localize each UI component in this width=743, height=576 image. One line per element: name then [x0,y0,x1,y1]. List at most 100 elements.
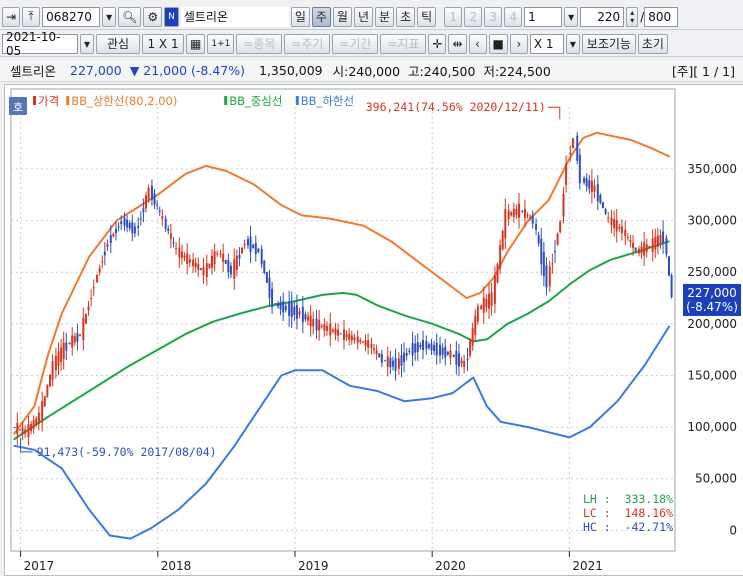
count-input[interactable]: 220 [580,6,625,27]
price-candle [92,287,95,289]
price-candle [515,208,518,215]
price-candle [512,208,515,217]
price-candle [576,135,579,161]
stock-code-input[interactable]: 068270 [42,6,101,27]
price-candle [68,342,71,345]
price-candle [252,244,255,248]
zoom-select[interactable]: X 1 [529,33,564,54]
price-candle [254,242,257,255]
indicator-button[interactable]: =지표 [380,33,427,54]
price-candle [529,216,532,219]
link-icon[interactable]: ⇥ [2,6,21,27]
layout-button[interactable]: 1 X 1 [142,33,185,54]
price-candle [596,184,599,202]
price-candle [112,233,115,237]
price-candle [43,396,46,407]
date-dropdown-icon[interactable]: ▾ [80,33,95,54]
prev-icon[interactable]: ‹ [468,33,487,54]
crosshair-icon[interactable]: ✛ [428,33,447,54]
total-input[interactable]: 800 [644,6,679,27]
x-tick-label: 2018 [161,559,192,573]
price-candle [356,336,359,344]
price-candle [521,210,524,212]
interest-button[interactable]: 관심 [96,33,141,54]
price-candle [260,249,263,265]
price-candle [386,356,389,367]
price-candle [145,195,148,209]
price-candle [96,274,99,282]
price-candle [629,240,632,243]
y-tick-label: 250,000 [687,265,737,279]
zoom-dropdown-icon[interactable]: ▾ [565,33,580,54]
aux-function-button[interactable]: 보조기능 [581,33,636,54]
stat-value: -42.71% [625,520,674,534]
price-candle [307,316,310,321]
item-button[interactable]: =종목 [236,33,283,54]
next-icon[interactable]: › [509,33,528,54]
reset-button[interactable]: 초기 [637,33,668,54]
price-candle [507,210,510,220]
legend-item: BB_중심선 [229,94,282,108]
price-chart[interactable]: 0 50,000 100,000 150,000 200,000 250,000 300,0… [5,85,743,575]
y-tick-label: 150,000 [687,368,737,382]
minute-button-0[interactable]: 1 [444,6,463,27]
price-candle [553,251,556,253]
price-candle [651,238,654,253]
price-candle [27,424,30,438]
price-candle [389,357,392,368]
search-icon[interactable]: 🔍︎ [118,6,142,27]
period-button-6[interactable]: 틱 [417,6,437,27]
chart-panel: 0 50,000 100,000 150,000 200,000 250,000 300,0… [4,84,743,576]
pin-icon[interactable]: ⤒ [22,6,41,27]
period-button-4[interactable]: 분 [375,6,395,27]
range-button[interactable]: =기간 [332,33,379,54]
price-candle [188,259,191,263]
plot-area [10,88,676,552]
price-candle [24,429,27,434]
count-stepper[interactable]: ▴ ▾ [626,6,639,27]
info-open: 시:240,000 [332,64,401,79]
y-tick-label: 300,000 [687,214,737,228]
grid-icon[interactable]: ▦ [186,33,206,54]
price-candle [87,306,90,311]
price-candle [571,138,574,149]
price-candle [345,334,348,338]
settings-icon[interactable]: ⚙︎ [143,6,163,27]
price-candle [79,334,82,336]
info-high: 고:240,500 [408,64,476,79]
date-input[interactable]: 2021-10-05 [2,30,78,58]
price-candle [559,221,562,233]
code-dropdown-icon[interactable]: ▾ [102,6,117,27]
info-page[interactable]: [주][ 1 / 1] [672,61,735,80]
period-button-1[interactable]: 주 [311,6,331,27]
minute-button-1[interactable]: 2 [464,6,483,27]
period-buttons: 일주월년분초틱 [290,6,438,27]
period-button[interactable]: =주기 [284,33,331,54]
price-candle [71,335,74,348]
price-candle [331,329,334,332]
price-candle [158,210,161,212]
minute-dropdown-icon[interactable]: ▾ [564,6,579,27]
period-button-0[interactable]: 일 [290,6,310,27]
price-candle [613,219,616,228]
price-candle [175,247,178,249]
price-candle [659,234,662,244]
price-candle [156,204,159,206]
minute-button-3[interactable]: 4 [504,6,523,27]
minute-button-2[interactable]: 3 [484,6,503,27]
price-candle [419,344,422,348]
x-tick-label: 2017 [24,559,55,573]
stop-icon[interactable]: ■ [488,33,508,54]
info-volume: 1,350,009 [259,63,323,78]
price-candle [46,385,49,397]
minute-value-input[interactable]: 1 [524,6,563,27]
price-candle [510,212,513,216]
price-candle [397,358,400,369]
price-candle [421,340,424,350]
scale-icon[interactable]: ⇹ [448,33,467,54]
period-button-2[interactable]: 월 [332,6,352,27]
one-plus-one-button[interactable]: 1+1 [207,33,235,54]
period-button-3[interactable]: 년 [353,6,374,27]
price-candle [367,340,370,348]
period-button-5[interactable]: 초 [396,6,416,27]
